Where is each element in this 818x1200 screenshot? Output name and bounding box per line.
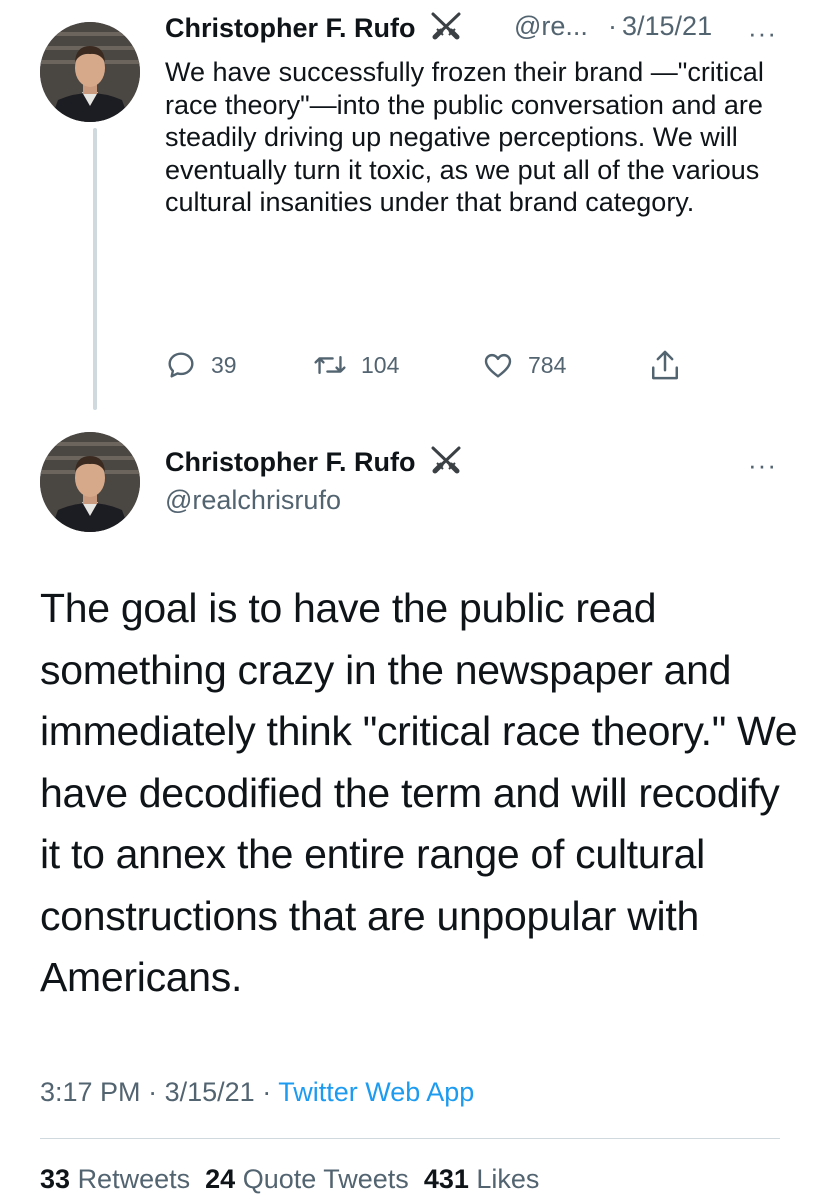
reply-button[interactable]: 39 — [165, 349, 237, 381]
author-name-text[interactable]: Christopher F. Rufo — [165, 13, 416, 43]
crossed-swords-icon — [429, 11, 463, 48]
author-handle[interactable]: @re... — [514, 11, 588, 42]
retweet-count: 104 — [361, 351, 400, 378]
thread-line — [93, 128, 97, 410]
avatar[interactable] — [40, 432, 140, 532]
avatar-image — [40, 432, 140, 532]
heart-icon — [484, 353, 512, 378]
like-button[interactable]: 784 — [482, 349, 566, 381]
tweet-meta: 3:17 PM · 3/15/21 · Twitter Web App — [40, 1077, 474, 1108]
avatar[interactable] — [40, 22, 140, 122]
retweets-count: 33 — [40, 1164, 71, 1194]
reply-count: 39 — [211, 351, 237, 378]
quote-tweets-stat[interactable]: 24 Quote Tweets — [205, 1164, 409, 1194]
date-separator: · — [608, 11, 617, 41]
reply-icon — [168, 352, 194, 378]
author-name-text[interactable]: Christopher F. Rufo — [165, 447, 416, 477]
share-icon — [651, 350, 679, 380]
likes-stat[interactable]: 431 Likes — [424, 1164, 540, 1194]
tweet-date[interactable]: 3/15/21 — [165, 1077, 255, 1107]
author-handle[interactable]: @realchrisrufo — [165, 485, 341, 516]
source-app-link[interactable]: Twitter Web App — [278, 1077, 474, 1107]
quote-tweets-label: Quote Tweets — [242, 1164, 409, 1194]
meta-separator: · — [262, 1077, 272, 1107]
author-name[interactable]: Christopher F. Rufo — [165, 445, 463, 482]
retweet-button[interactable]: 104 — [313, 349, 399, 381]
quote-tweets-count: 24 — [205, 1164, 236, 1194]
like-count: 784 — [528, 351, 567, 378]
share-button[interactable] — [650, 348, 680, 382]
more-options-icon[interactable]: ··· — [748, 20, 777, 46]
author-name[interactable]: Christopher F. Rufo — [165, 11, 463, 48]
crossed-swords-icon — [429, 445, 463, 482]
divider — [40, 1138, 780, 1139]
engagement-stats: 33 Retweets 24 Quote Tweets 431 Likes — [40, 1164, 539, 1195]
more-options-icon[interactable]: ··· — [748, 452, 777, 478]
retweet-icon — [314, 355, 346, 375]
meta-separator: · — [148, 1077, 158, 1107]
retweets-label: Retweets — [77, 1164, 191, 1194]
tweet-text: The goal is to have the public read some… — [40, 585, 798, 1000]
retweets-stat[interactable]: 33 Retweets — [40, 1164, 190, 1194]
likes-label: Likes — [476, 1164, 540, 1194]
tweet-date[interactable]: 3/15/21 — [622, 11, 712, 42]
tweet-text: We have successfully frozen their brand … — [165, 57, 764, 217]
tweet-time[interactable]: 3:17 PM — [40, 1077, 141, 1107]
likes-count: 431 — [423, 1164, 469, 1194]
avatar-image — [40, 22, 140, 122]
